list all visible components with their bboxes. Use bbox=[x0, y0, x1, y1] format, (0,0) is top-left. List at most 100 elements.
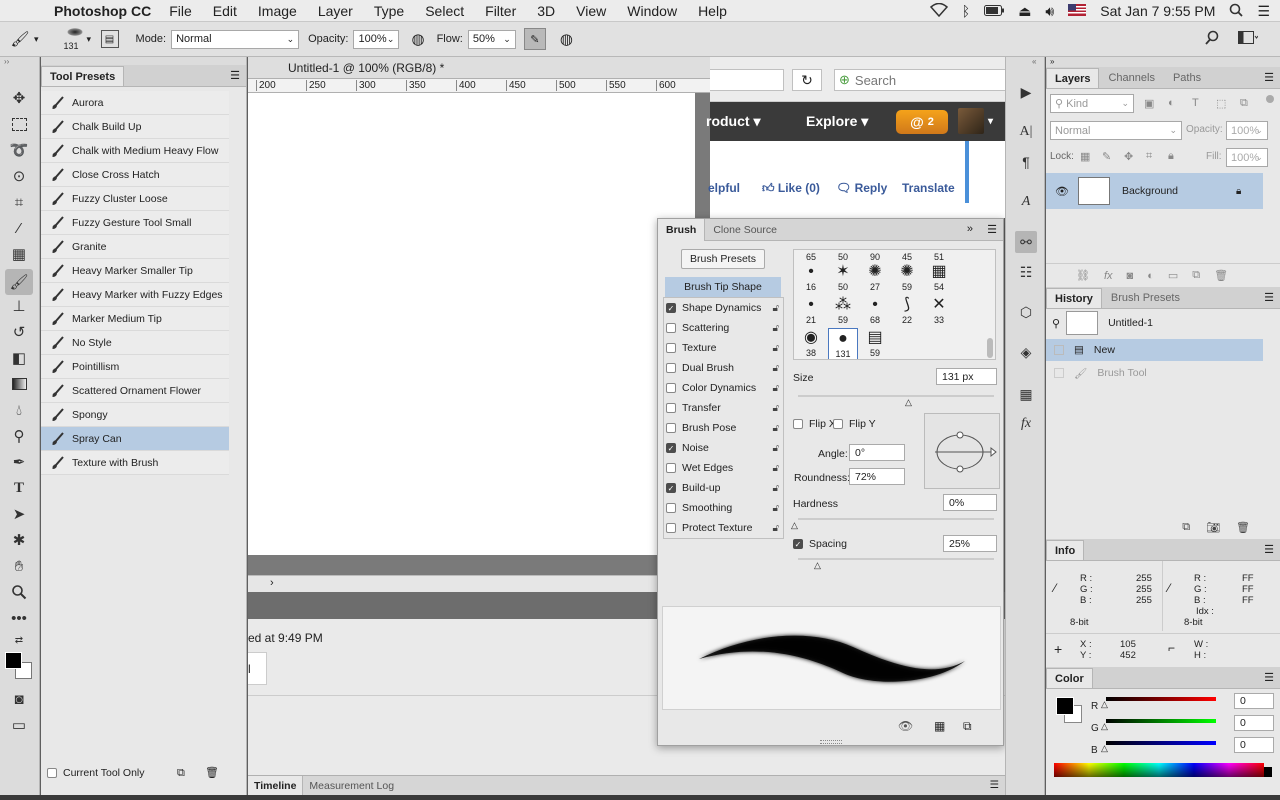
avatar[interactable] bbox=[958, 108, 984, 134]
eyedropper-icon[interactable]: ⁄ bbox=[1168, 581, 1170, 595]
eyedropper-icon[interactable]: ⁄ bbox=[1054, 581, 1056, 595]
filter-smart-object-icon[interactable]: ⧉ bbox=[1240, 97, 1248, 110]
notifications-badge[interactable]: @ 2 bbox=[896, 110, 948, 134]
tool-preset-item[interactable]: Pointillism bbox=[41, 355, 229, 379]
eraser-tool-icon[interactable]: ◧ bbox=[8, 347, 30, 369]
tool-preset-item[interactable]: Marker Medium Tip bbox=[41, 307, 229, 331]
panel-menu-icon[interactable]: ☰ bbox=[1264, 71, 1274, 84]
layer-row-background[interactable]: 👁︎ Background 🔒︎ bbox=[1046, 173, 1263, 209]
create-new-brush-icon[interactable]: ⧉ bbox=[963, 719, 972, 734]
flow-input[interactable]: 50% ⌄ bbox=[467, 29, 516, 49]
menu-image[interactable]: Image bbox=[258, 3, 297, 19]
tool-preset-item[interactable]: Scattered Ornament Flower bbox=[41, 379, 229, 403]
brush-tip-cell[interactable]: ⟆ 22 bbox=[892, 295, 922, 327]
flip-y-row[interactable]: Flip Y bbox=[833, 418, 876, 430]
hardness-slider-handle[interactable]: △ bbox=[791, 520, 798, 531]
lock-icon[interactable]: 🔓︎ bbox=[773, 423, 779, 434]
trash-icon[interactable]: 🗑︎ bbox=[1236, 521, 1250, 534]
brush-option-checkbox[interactable] bbox=[666, 503, 676, 513]
flip-x-checkbox[interactable] bbox=[793, 419, 803, 429]
menu-file[interactable]: File bbox=[169, 3, 192, 19]
trash-icon[interactable]: 🗑︎ bbox=[205, 766, 219, 779]
lock-transparency-icon[interactable]: ▦ bbox=[1080, 150, 1090, 163]
reply-button[interactable]: 🗨︎ Reply bbox=[836, 181, 887, 195]
lock-icon[interactable]: 🔓︎ bbox=[773, 483, 779, 494]
battery-icon[interactable] bbox=[984, 3, 1005, 19]
trash-icon[interactable]: 🗑︎ bbox=[1214, 269, 1228, 282]
brush-option-checkbox[interactable] bbox=[666, 363, 676, 373]
move-tool-icon[interactable]: ✥ bbox=[8, 87, 30, 109]
history-source-box[interactable] bbox=[1054, 368, 1064, 378]
address-bar[interactable] bbox=[710, 69, 784, 91]
quick-selection-tool-icon[interactable]: ⊙ bbox=[8, 165, 30, 187]
tab-color[interactable]: Color bbox=[1046, 668, 1093, 688]
menu-select[interactable]: Select bbox=[425, 3, 464, 19]
foreground-color-swatch[interactable] bbox=[1056, 697, 1074, 715]
tip-grid-scrollbar[interactable] bbox=[987, 338, 993, 358]
clock[interactable]: Sat Jan 7 9:55 PM bbox=[1100, 3, 1215, 19]
spacing-row[interactable]: ✓ Spacing bbox=[793, 538, 847, 550]
hardness-input[interactable]: 0% bbox=[943, 494, 997, 511]
healing-brush-tool-icon[interactable]: ▦ bbox=[8, 243, 30, 265]
tool-preset-item[interactable]: Heavy Marker with Fuzzy Edges bbox=[41, 283, 229, 307]
brush-tip-cell[interactable]: • 16 bbox=[796, 262, 826, 294]
spacing-input[interactable]: 25% bbox=[943, 535, 997, 552]
lock-icon[interactable]: 🔓︎ bbox=[773, 343, 779, 354]
hardness-slider-track[interactable] bbox=[798, 518, 994, 520]
menu-window[interactable]: Window bbox=[627, 3, 677, 19]
lock-artboard-icon[interactable]: ⌗ bbox=[1146, 150, 1152, 163]
pen-tool-icon[interactable]: ✒ bbox=[8, 451, 30, 473]
panel-menu-icon[interactable]: ☰ bbox=[990, 779, 999, 791]
brush-tip-cell[interactable]: ◉ 38 bbox=[796, 328, 826, 359]
brush-presets-icon[interactable]: ☷ bbox=[1015, 261, 1037, 283]
brush-option-row[interactable]: ✓ Noise 🔓︎ bbox=[666, 438, 783, 458]
notification-center-icon[interactable]: ☰ bbox=[1257, 3, 1270, 20]
lock-icon[interactable]: 🔓︎ bbox=[773, 303, 779, 314]
brush-tool-icon[interactable]: 🖌︎ bbox=[5, 269, 33, 295]
tool-preset-item[interactable]: Spongy bbox=[41, 403, 229, 427]
eject-icon[interactable]: ⏏ bbox=[1018, 3, 1031, 20]
collapse-icon[interactable]: » bbox=[1046, 57, 1280, 67]
tab-tool-presets[interactable]: Tool Presets bbox=[41, 66, 125, 86]
helpful-link[interactable]: elpful bbox=[708, 181, 740, 195]
blue-slider[interactable] bbox=[1106, 741, 1216, 745]
collapse-icon[interactable] bbox=[41, 57, 246, 65]
screen-mode-icon[interactable]: ▭ bbox=[8, 714, 30, 736]
menu-help[interactable]: Help bbox=[698, 3, 727, 19]
size-input[interactable]: 131 px bbox=[936, 368, 997, 385]
wifi-icon[interactable] bbox=[929, 2, 948, 20]
blue-input[interactable]: 0 bbox=[1234, 737, 1274, 753]
brush-option-checkbox[interactable] bbox=[666, 383, 676, 393]
size-slider-track[interactable] bbox=[798, 395, 994, 397]
flag-icon[interactable] bbox=[1068, 3, 1087, 19]
bluetooth-icon[interactable]: ᛒ bbox=[962, 3, 970, 19]
chevron-down-icon[interactable]: ▾ bbox=[34, 34, 39, 45]
brush-panel-icon[interactable]: ⚯ bbox=[1015, 231, 1037, 253]
input-stub[interactable]: l bbox=[248, 652, 267, 685]
red-slider-handle[interactable]: △ bbox=[1101, 699, 1108, 710]
panel-menu-icon[interactable]: ☰ bbox=[1264, 543, 1274, 556]
actions-icon[interactable]: ▶ bbox=[1015, 81, 1037, 103]
fill-input[interactable]: 100% ⌄ bbox=[1226, 148, 1268, 167]
resize-grip[interactable] bbox=[820, 740, 842, 744]
size-slider-handle[interactable]: △ bbox=[905, 397, 912, 408]
brush-option-row[interactable]: Scattering 🔓︎ bbox=[666, 318, 783, 338]
current-tool-only-row[interactable]: Current Tool Only bbox=[47, 767, 145, 779]
opacity-input[interactable]: 100% ⌄ bbox=[353, 29, 400, 49]
panel-menu-icon[interactable]: ☰ bbox=[987, 223, 997, 236]
link-layers-icon[interactable]: ⛓ bbox=[1076, 269, 1090, 282]
3d-cube-icon[interactable]: ◈ bbox=[1015, 341, 1037, 363]
tool-preset-item[interactable]: Aurora bbox=[41, 91, 229, 115]
brush-option-checkbox[interactable]: ✓ bbox=[666, 483, 676, 493]
nav-explore[interactable]: Explore ▾ bbox=[806, 113, 868, 130]
dodge-tool-icon[interactable]: ⚲ bbox=[8, 425, 30, 447]
brush-angle-preview[interactable] bbox=[924, 413, 1000, 489]
paragraph-icon[interactable]: ¶ bbox=[1015, 151, 1037, 173]
quick-mask-icon[interactable]: ◙ bbox=[8, 688, 30, 710]
tab-history[interactable]: History bbox=[1046, 288, 1102, 308]
red-slider[interactable] bbox=[1106, 697, 1216, 701]
blend-mode-select[interactable]: Normal ⌄ bbox=[1050, 121, 1182, 140]
swap-colors-icon[interactable]: ⇄ bbox=[8, 633, 30, 647]
lock-icon[interactable]: 🔓︎ bbox=[773, 403, 779, 414]
lock-icon[interactable]: 🔓︎ bbox=[773, 323, 779, 334]
